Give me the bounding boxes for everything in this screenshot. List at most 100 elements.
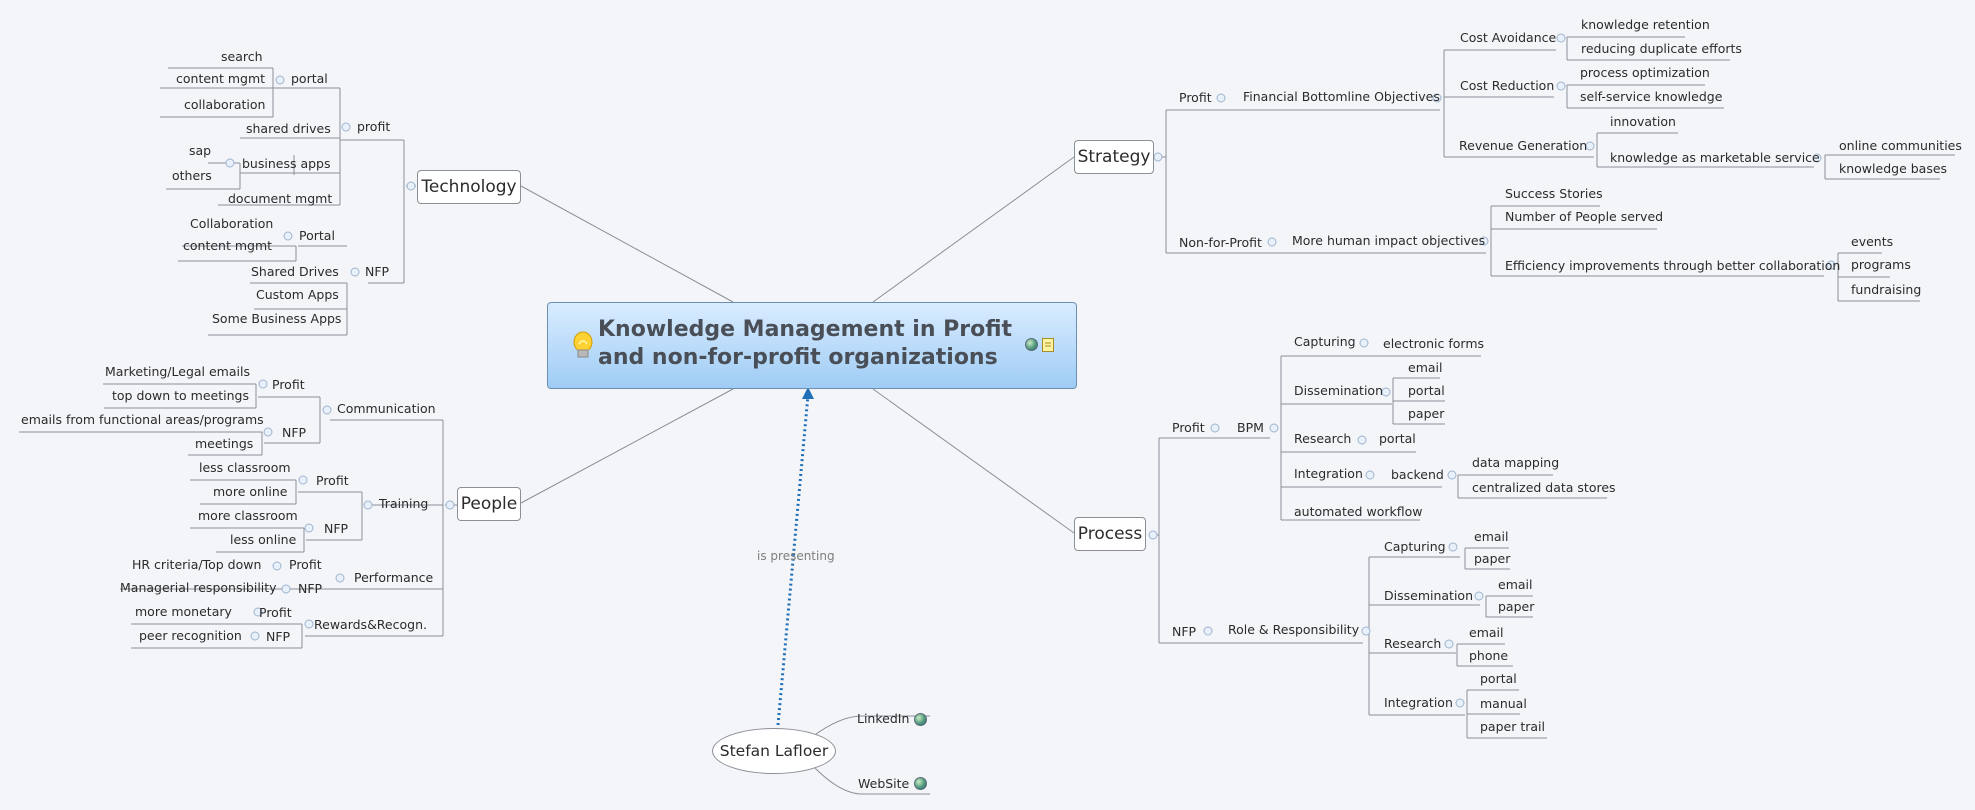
node-bpm-email[interactable]: email bbox=[1408, 360, 1442, 376]
presenter-node[interactable]: Stefan Lafloer bbox=[712, 728, 836, 774]
node-nfp-integration-paper-trail[interactable]: paper trail bbox=[1480, 719, 1545, 735]
node-tech-nfp-business-apps[interactable]: Some Business Apps bbox=[212, 311, 341, 327]
node-efficiency[interactable]: Efficiency improvements through better c… bbox=[1505, 258, 1840, 274]
node-bpm-research-portal[interactable]: portal bbox=[1379, 431, 1416, 447]
node-nfp-research-phone[interactable]: phone bbox=[1469, 648, 1508, 664]
node-tech-document-mgmt[interactable]: document mgmt bbox=[228, 191, 332, 207]
node-rewards[interactable]: Rewards&Recogn. bbox=[314, 617, 427, 633]
node-rewards-more-monetary[interactable]: more monetary bbox=[135, 604, 232, 620]
node-tech-content-mgmt[interactable]: content mgmt bbox=[176, 71, 265, 87]
node-tech-business-apps[interactable]: business apps bbox=[242, 156, 331, 172]
node-role-responsibility[interactable]: Role & Responsibility bbox=[1228, 622, 1359, 638]
node-fundraising[interactable]: fundraising bbox=[1851, 282, 1921, 298]
node-bpm-research[interactable]: Research bbox=[1294, 431, 1351, 447]
globe-icon[interactable] bbox=[914, 777, 927, 790]
node-process-optimization[interactable]: process optimization bbox=[1580, 65, 1710, 81]
node-bpm-integration[interactable]: Integration bbox=[1294, 466, 1363, 482]
node-bpm[interactable]: BPM bbox=[1237, 420, 1264, 436]
node-performance-managerial[interactable]: Managerial responsibility bbox=[120, 580, 277, 596]
node-tech-nfp-collaboration[interactable]: Collaboration bbox=[190, 216, 273, 232]
node-bpm-data-mapping[interactable]: data mapping bbox=[1472, 455, 1559, 471]
node-nfp-integration[interactable]: Integration bbox=[1384, 695, 1453, 711]
node-strategy-financial[interactable]: Financial Bottomline Objectives bbox=[1243, 89, 1440, 105]
node-self-service[interactable]: self-service knowledge bbox=[1580, 89, 1722, 105]
linkedin-link[interactable]: LinkedIn bbox=[857, 711, 909, 727]
node-tech-nfp-portal[interactable]: Portal bbox=[299, 228, 335, 244]
node-programs[interactable]: programs bbox=[1851, 257, 1911, 273]
node-nfp-capturing[interactable]: Capturing bbox=[1384, 539, 1446, 555]
node-nfp-capturing-email[interactable]: email bbox=[1474, 529, 1508, 545]
node-tech-profit[interactable]: profit bbox=[357, 119, 390, 135]
node-performance-hr[interactable]: HR criteria/Top down bbox=[132, 557, 261, 573]
topic-process[interactable]: Process bbox=[1074, 517, 1146, 551]
node-tech-others[interactable]: others bbox=[172, 168, 212, 184]
node-bpm-centralized[interactable]: centralized data stores bbox=[1472, 480, 1616, 496]
node-bpm-automated[interactable]: automated workflow bbox=[1294, 504, 1422, 520]
node-success-stories[interactable]: Success Stories bbox=[1505, 186, 1603, 202]
node-rewards-profit[interactable]: Profit bbox=[259, 605, 292, 621]
node-reducing-duplicate[interactable]: reducing duplicate efforts bbox=[1581, 41, 1742, 57]
node-nfp-research-email[interactable]: email bbox=[1469, 625, 1503, 641]
node-comm-meetings[interactable]: meetings bbox=[195, 436, 253, 452]
node-training-profit[interactable]: Profit bbox=[316, 473, 349, 489]
node-nfp-dissemination-email[interactable]: email bbox=[1498, 577, 1532, 593]
node-comm-marketing[interactable]: Marketing/Legal emails bbox=[105, 364, 250, 380]
node-knowledge-bases[interactable]: knowledge bases bbox=[1839, 161, 1947, 177]
node-nfp-integration-portal[interactable]: portal bbox=[1480, 671, 1517, 687]
central-topic[interactable]: Knowledge Management in Profit and non-f… bbox=[547, 302, 1077, 389]
node-marketable-service[interactable]: knowledge as marketable service bbox=[1610, 150, 1820, 166]
node-online-communities[interactable]: online communities bbox=[1839, 138, 1962, 154]
topic-people[interactable]: People bbox=[457, 487, 521, 521]
node-performance-profit[interactable]: Profit bbox=[289, 557, 322, 573]
node-tech-portal[interactable]: portal bbox=[291, 71, 328, 87]
node-training[interactable]: Training bbox=[379, 496, 428, 512]
node-communication[interactable]: Communication bbox=[337, 401, 436, 417]
node-events[interactable]: events bbox=[1851, 234, 1893, 250]
node-tech-search[interactable]: search bbox=[221, 49, 263, 65]
node-human-impact[interactable]: More human impact objectives bbox=[1292, 233, 1485, 249]
node-nfp-dissemination-paper[interactable]: paper bbox=[1498, 599, 1534, 615]
node-bpm-backend[interactable]: backend bbox=[1391, 467, 1444, 483]
globe-icon[interactable] bbox=[914, 713, 927, 726]
node-bpm-capturing[interactable]: Capturing bbox=[1294, 334, 1356, 350]
node-performance-nfp[interactable]: NFP bbox=[298, 581, 322, 597]
node-process-profit[interactable]: Profit bbox=[1172, 420, 1205, 436]
node-strategy-nfp[interactable]: Non-for-Profit bbox=[1179, 235, 1262, 251]
node-knowledge-retention[interactable]: knowledge retention bbox=[1581, 17, 1710, 33]
node-comm-nfp[interactable]: NFP bbox=[282, 425, 306, 441]
node-rewards-nfp[interactable]: NFP bbox=[266, 629, 290, 645]
node-revenue-generation[interactable]: Revenue Generation bbox=[1459, 138, 1587, 154]
node-people-served[interactable]: Number of People served bbox=[1505, 209, 1663, 225]
node-comm-profit[interactable]: Profit bbox=[272, 377, 305, 393]
node-performance[interactable]: Performance bbox=[354, 570, 433, 586]
node-innovation[interactable]: innovation bbox=[1610, 114, 1676, 130]
node-nfp-research[interactable]: Research bbox=[1384, 636, 1441, 652]
note-icon[interactable] bbox=[1042, 337, 1054, 356]
node-training-more-online[interactable]: more online bbox=[213, 484, 287, 500]
node-process-nfp[interactable]: NFP bbox=[1172, 624, 1196, 640]
node-rewards-peer[interactable]: peer recognition bbox=[139, 628, 242, 644]
node-comm-emails-functional[interactable]: emails from functional areas/programs bbox=[21, 412, 264, 428]
node-bpm-paper[interactable]: paper bbox=[1408, 406, 1444, 422]
node-bpm-electronic-forms[interactable]: electronic forms bbox=[1383, 336, 1484, 352]
node-training-nfp[interactable]: NFP bbox=[324, 521, 348, 537]
topic-technology[interactable]: Technology bbox=[417, 170, 521, 204]
node-nfp-capturing-paper[interactable]: paper bbox=[1474, 551, 1510, 567]
node-cost-avoidance[interactable]: Cost Avoidance bbox=[1460, 30, 1556, 46]
node-bpm-portal[interactable]: portal bbox=[1408, 383, 1445, 399]
node-tech-collaboration[interactable]: collaboration bbox=[184, 97, 265, 113]
node-cost-reduction[interactable]: Cost Reduction bbox=[1460, 78, 1554, 94]
node-tech-nfp-shared-drives[interactable]: Shared Drives bbox=[251, 264, 339, 280]
node-bpm-dissemination[interactable]: Dissemination bbox=[1294, 383, 1383, 399]
node-tech-nfp-content-mgmt[interactable]: content mgmt bbox=[183, 238, 272, 254]
node-nfp-dissemination[interactable]: Dissemination bbox=[1384, 588, 1473, 604]
node-tech-sap[interactable]: sap bbox=[189, 143, 211, 159]
node-training-more-classroom[interactable]: more classroom bbox=[198, 508, 298, 524]
node-tech-nfp[interactable]: NFP bbox=[365, 264, 389, 280]
node-strategy-profit[interactable]: Profit bbox=[1179, 90, 1212, 106]
node-training-less-online[interactable]: less online bbox=[230, 532, 296, 548]
node-training-less-classroom[interactable]: less classroom bbox=[199, 460, 291, 476]
node-tech-shared-drives[interactable]: shared drives bbox=[246, 121, 331, 137]
topic-strategy[interactable]: Strategy bbox=[1074, 140, 1154, 174]
website-link[interactable]: WebSite bbox=[858, 776, 909, 792]
